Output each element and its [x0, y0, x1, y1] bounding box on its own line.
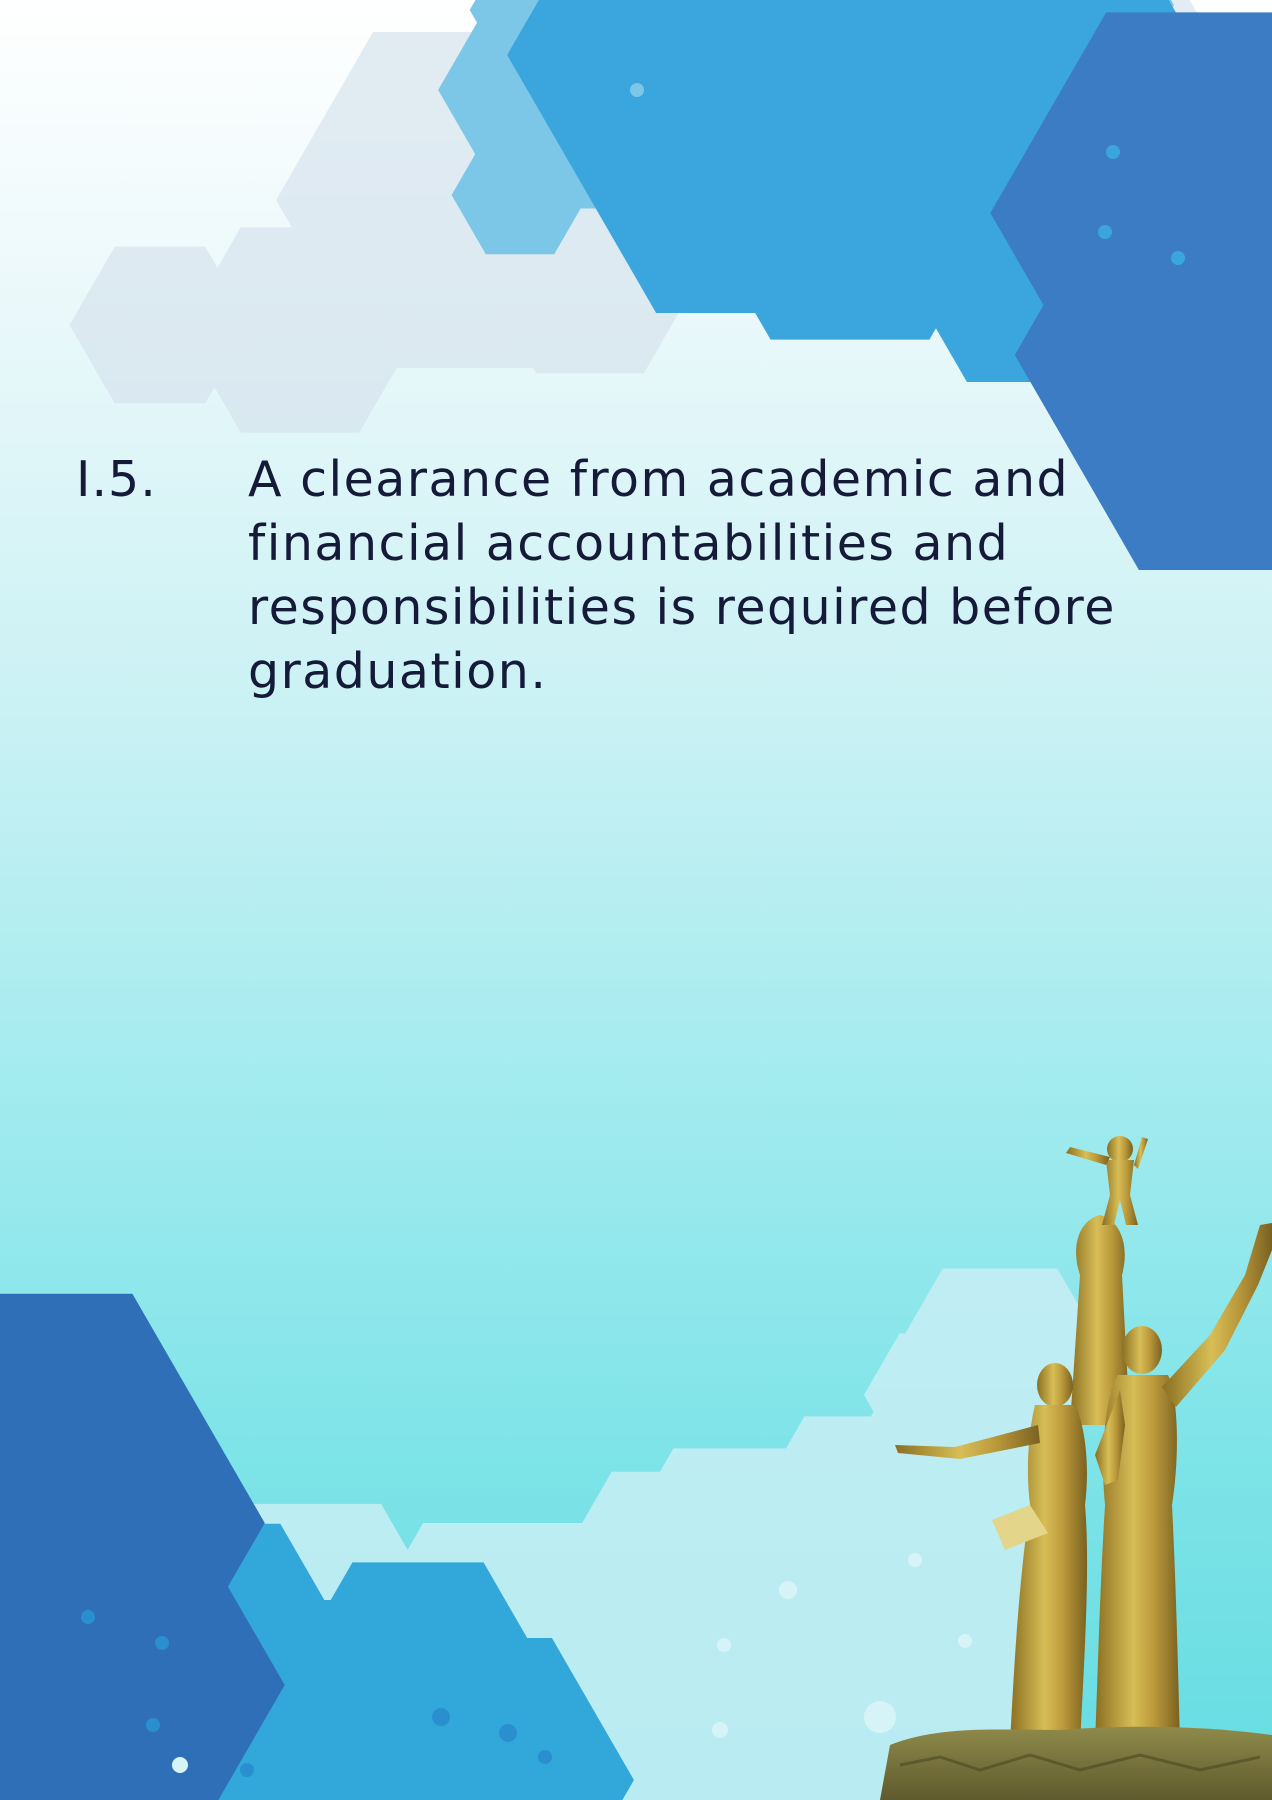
- dark-hexagon-edge-bottom: [0, 1454, 100, 1755]
- statue-female-figure: [895, 1363, 1088, 1745]
- section-paragraph: A clearance from academic and financial …: [248, 451, 1116, 700]
- golden-statue-monument: [880, 1136, 1272, 1800]
- statue-base: [880, 1726, 1272, 1800]
- dark-hexagon-edge-top: [1152, 152, 1272, 420]
- statue-top-figure: [1066, 1136, 1148, 1225]
- node-dot-top-right: [1190, 141, 1214, 165]
- section-number: I.5.: [76, 451, 157, 508]
